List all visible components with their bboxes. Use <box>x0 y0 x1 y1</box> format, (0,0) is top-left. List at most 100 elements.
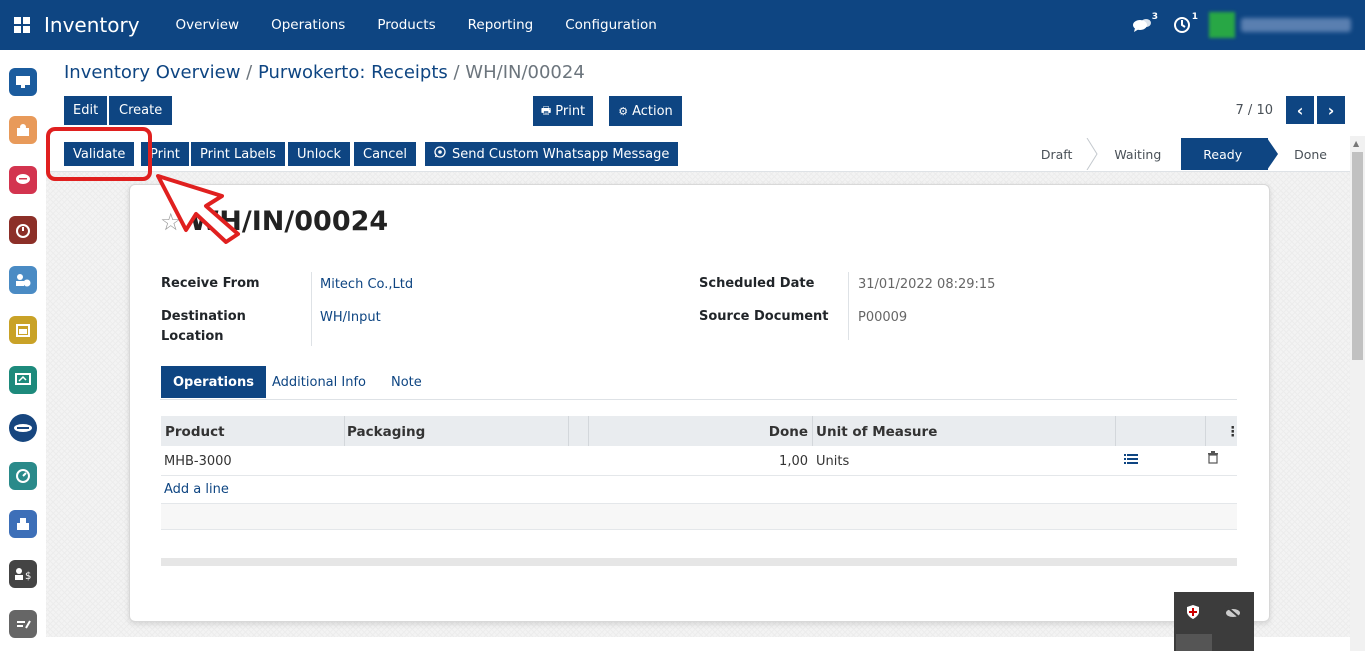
apps-menu-icon[interactable] <box>0 0 44 50</box>
stage-waiting-label: Waiting <box>1114 146 1162 162</box>
stage-ready-label: Ready <box>1203 146 1243 162</box>
tab-operations[interactable]: Operations <box>161 366 266 398</box>
create-button[interactable]: Create <box>109 96 173 125</box>
cloud-offline-icon[interactable] <box>1220 601 1246 623</box>
destination-label-line1: Destination <box>161 309 246 324</box>
chevron-right-icon: › <box>1327 100 1335 120</box>
app-sidebar: $ <box>0 50 46 651</box>
menu-products[interactable]: Products <box>377 17 435 33</box>
print-labels-button[interactable]: Print Labels <box>191 142 285 166</box>
action-dropdown-button[interactable]: ⚙ Action <box>609 96 682 126</box>
tray-expand-handle[interactable] <box>1176 634 1212 651</box>
screen-app-icon[interactable] <box>9 366 37 394</box>
source-document-label: Source Document <box>699 309 829 324</box>
scheduled-date-value: 31/01/2022 08:29:15 <box>858 277 996 292</box>
discuss-app-icon[interactable] <box>9 68 37 96</box>
column-done[interactable]: Done <box>766 424 808 440</box>
row-unit-of-measure[interactable]: Units <box>816 454 849 469</box>
chat-app-icon[interactable] <box>9 166 37 194</box>
chevron-left-icon: ‹ <box>1296 100 1304 120</box>
menu-operations[interactable]: Operations <box>271 17 345 33</box>
user-avatar[interactable] <box>1209 12 1235 38</box>
security-shield-icon[interactable] <box>1180 601 1206 623</box>
column-product[interactable]: Product <box>165 424 225 440</box>
pager-value[interactable]: 7 / 10 <box>1236 103 1273 118</box>
menu-reporting[interactable]: Reporting <box>468 17 534 33</box>
table-horizontal-scrollbar[interactable] <box>161 558 1237 566</box>
messages-icon[interactable]: 3 <box>1129 12 1158 38</box>
pager-previous-button[interactable]: ‹ <box>1286 96 1314 124</box>
column-separator <box>1115 416 1116 446</box>
tab-additional-info[interactable]: Additional Info <box>260 366 378 398</box>
trash-icon[interactable] <box>1207 451 1219 468</box>
print-icon: 🖶 <box>540 103 552 117</box>
row-divider <box>161 475 1237 476</box>
employees-app-icon[interactable] <box>9 266 37 294</box>
messages-badge: 3 <box>1151 12 1158 22</box>
scroll-up-arrow-icon[interactable]: ▲ <box>1353 139 1359 148</box>
source-document-value: P00009 <box>858 310 908 325</box>
send-whatsapp-button[interactable]: Send Custom Whatsapp Message <box>425 142 679 166</box>
column-separator <box>588 416 589 446</box>
stage-draft-label: Draft <box>1040 146 1073 162</box>
inventory-app-icon[interactable] <box>9 510 37 538</box>
stage-waiting[interactable]: Waiting <box>1092 138 1181 170</box>
scheduled-date-label: Scheduled Date <box>699 276 815 291</box>
add-a-line-link[interactable]: Add a line <box>164 482 229 497</box>
breadcrumb-receipts[interactable]: Purwokerto: Receipts <box>258 62 448 83</box>
receive-from-value[interactable]: Mitech Co.,Ltd <box>320 277 413 292</box>
edit-button[interactable]: Edit <box>64 96 108 125</box>
company-logo-icon[interactable] <box>9 414 37 442</box>
notes-app-icon[interactable] <box>9 610 37 638</box>
whatsapp-icon <box>434 146 446 162</box>
stage-ready[interactable]: Ready <box>1181 138 1279 170</box>
print-label: Print <box>555 103 586 119</box>
svg-text:$: $ <box>25 571 31 581</box>
empty-table-row <box>161 503 1237 530</box>
validate-highlight-annotation <box>46 127 152 181</box>
action-label: Action <box>632 103 673 119</box>
tab-note[interactable]: Note <box>379 366 434 398</box>
column-packaging[interactable]: Packaging <box>347 424 425 440</box>
activities-badge: 1 <box>1191 12 1198 22</box>
unlock-button[interactable]: Unlock <box>288 142 350 166</box>
destination-value[interactable]: WH/Input <box>320 310 381 325</box>
column-separator <box>568 416 569 446</box>
field-separator <box>311 272 312 346</box>
timer-app-icon[interactable] <box>9 216 37 244</box>
user-name-blurred[interactable] <box>1241 18 1351 32</box>
top-navbar: Inventory Overview Operations Products R… <box>0 0 1365 50</box>
sales-app-icon[interactable] <box>9 116 37 144</box>
menu-overview[interactable]: Overview <box>176 17 240 33</box>
detailed-operations-icon[interactable] <box>1124 453 1138 469</box>
column-separator <box>344 416 345 446</box>
cancel-button[interactable]: Cancel <box>354 142 417 166</box>
payroll-app-icon[interactable]: $ <box>9 560 37 588</box>
pager-next-button[interactable]: › <box>1317 96 1345 124</box>
app-brand[interactable]: Inventory <box>44 13 140 37</box>
form-sheet <box>129 184 1270 622</box>
tab-divider <box>160 399 1237 400</box>
send-whatsapp-label: Send Custom Whatsapp Message <box>452 146 670 162</box>
breadcrumb-inventory-overview[interactable]: Inventory Overview <box>64 62 240 83</box>
menu-configuration[interactable]: Configuration <box>565 17 657 33</box>
row-product[interactable]: MHB-3000 <box>164 454 232 469</box>
optional-columns-icon[interactable]: ⋮ <box>1226 424 1240 440</box>
pointer-arrow-annotation <box>156 174 240 244</box>
dashboard-app-icon[interactable] <box>9 462 37 490</box>
receive-from-label: Receive From <box>161 276 260 291</box>
breadcrumb: Inventory Overview / Purwokerto: Receipt… <box>64 62 585 83</box>
calendar-app-icon[interactable] <box>9 316 37 344</box>
print-dropdown-button[interactable]: 🖶 Print <box>533 96 593 126</box>
column-separator <box>1205 416 1206 446</box>
stage-draft[interactable]: Draft <box>1019 138 1098 170</box>
breadcrumb-current: WH/IN/00024 <box>465 62 585 83</box>
gear-icon: ⚙ <box>618 104 629 118</box>
field-separator <box>848 272 849 340</box>
column-unit-of-measure[interactable]: Unit of Measure <box>816 424 937 440</box>
breadcrumb-separator: / <box>240 62 258 83</box>
row-done[interactable]: 1,00 <box>766 454 808 469</box>
stage-done[interactable]: Done <box>1268 138 1347 170</box>
page-scrollbar-thumb[interactable] <box>1352 152 1363 360</box>
activities-icon[interactable]: 1 <box>1169 12 1198 38</box>
